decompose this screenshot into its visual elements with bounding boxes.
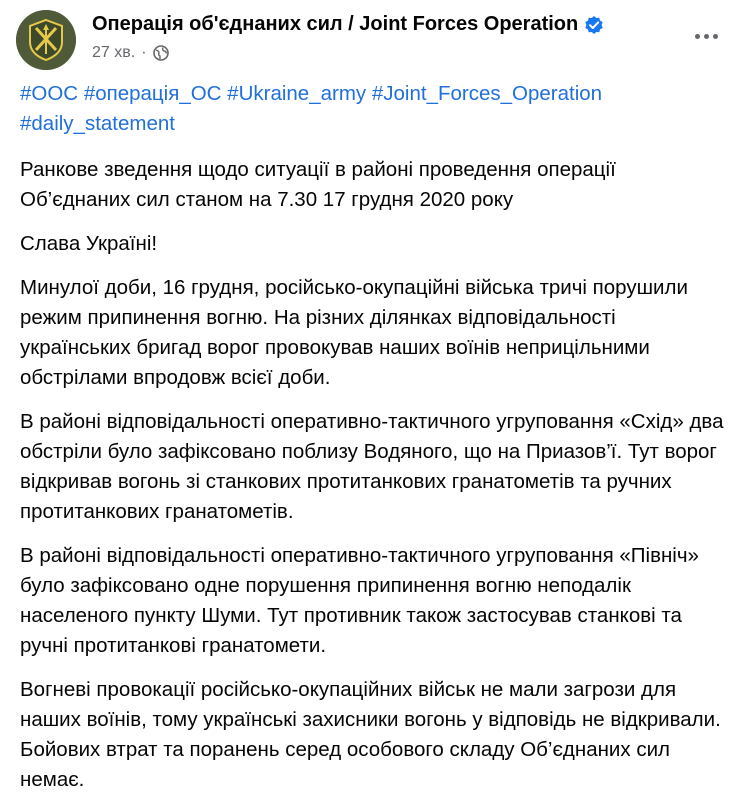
post-meta: 27 хв. ·	[92, 44, 169, 62]
post-paragraph: Слава Україні!	[20, 232, 158, 255]
post-paragraph: Вогневі провокації російсько-окупаційних…	[20, 678, 721, 791]
more-dot	[703, 33, 709, 39]
post-timestamp[interactable]: 27 хв.	[92, 44, 135, 62]
hashtag-link[interactable]: #операція_ОС	[84, 82, 222, 105]
verified-badge-icon	[585, 15, 603, 34]
more-dot	[694, 33, 700, 39]
post-body: #ООС #операція_ОС #Ukraine_army #Joint_F…	[20, 79, 726, 809]
post-paragraph: Минулої доби, 16 грудня, російсько-окупа…	[20, 276, 688, 389]
hashtag-link[interactable]: #ООС	[20, 82, 78, 105]
page-avatar[interactable]	[16, 10, 76, 70]
globe-icon[interactable]	[152, 45, 169, 61]
meta-separator: ·	[141, 44, 147, 61]
facebook-post: Операція об'єднаних сил / Joint Forces O…	[0, 0, 744, 791]
hashtag-link[interactable]: #daily_statement	[20, 112, 175, 135]
page-name[interactable]: Операція об'єднаних сил / Joint Forces O…	[92, 13, 578, 36]
hashtag-link[interactable]: #Joint_Forces_Operation	[372, 82, 602, 105]
page-name-link[interactable]: Операція об'єднаних сил / Joint Forces O…	[92, 13, 604, 36]
more-options-icon[interactable]	[688, 24, 724, 48]
post-paragraph: Ранкове зведення щодо ситуації в районі …	[20, 158, 616, 211]
more-dot	[712, 33, 718, 39]
post-paragraph: В районі відповідальності оперативно-так…	[20, 544, 699, 657]
jfo-emblem-icon	[16, 10, 76, 70]
post-header: Операція об'єднаних сил / Joint Forces O…	[16, 10, 728, 70]
hashtag-link[interactable]: #Ukraine_army	[227, 82, 366, 105]
post-paragraph: В районі відповідальності оперативно-так…	[20, 410, 724, 523]
hashtag-list: #ООС #операція_ОС #Ukraine_army #Joint_F…	[20, 79, 726, 139]
